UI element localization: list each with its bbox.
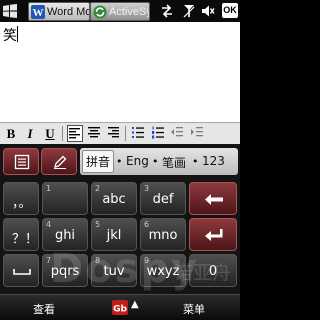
svg-text:Gb: Gb [113,305,127,315]
bold-button[interactable]: B [3,125,19,142]
key-5[interactable]: 5 jkl [91,218,137,251]
key-0[interactable]: 0 [189,254,237,287]
space-bar-icon [13,269,31,275]
space-key[interactable] [3,254,39,287]
key-label: 0 [208,264,218,279]
align-right-icon [108,127,119,138]
enter-arrow-icon [205,229,223,241]
pen-icon [54,155,67,169]
key-label: ，。 [12,196,32,211]
text-caret [17,26,18,42]
mode-separator: • [116,155,123,168]
key-1[interactable]: 1 [42,182,88,215]
input-panel-menu-arrow-icon[interactable]: ▲ [131,299,139,310]
mode-separator: • [192,155,199,168]
ok-button[interactable]: OK [222,3,238,18]
key-6[interactable]: 6 mno [140,218,186,251]
numbered-list-button[interactable] [150,125,166,142]
align-center-icon [88,127,100,138]
align-left-button[interactable] [67,125,83,142]
enter-key[interactable] [189,218,237,251]
increase-indent-icon [191,127,203,137]
key-label: tuv [103,264,125,279]
mode-stroke[interactable]: 笔画 [162,154,186,171]
left-softkey-view[interactable]: 查看 [33,301,55,317]
backspace-arrow-icon [205,194,223,205]
key-8[interactable]: 8 tuv [91,254,137,287]
tab-label: Word Mo [47,6,90,18]
numbered-list-icon [152,126,164,139]
windows-start-icon[interactable] [2,3,18,19]
align-center-button[interactable] [86,125,102,142]
mode-pinyin[interactable]: 拼音 [82,150,115,173]
input-panel-keyboard: 拼音 • Eng • 笔画 • 123 ，。 1 2 abc 3 def ？！ … [0,144,240,294]
key-3[interactable]: 3 def [140,182,186,215]
softkey-bar: 查看 Gb ▲ 菜单 [0,294,240,320]
keyboard-input-icon: Gb [113,305,127,315]
increase-indent-button[interactable] [189,125,205,142]
backspace-key[interactable] [189,182,237,215]
key-label: mno [148,228,178,243]
tab-word-mobile[interactable]: W Word Mo [28,2,90,21]
key-label: wxyz [146,264,180,279]
key-4[interactable]: 4 ghi [42,218,88,251]
document-text: 笑 [3,28,17,44]
signal-icon[interactable] [182,4,196,18]
key-label: ？！ [12,232,39,247]
right-softkey-menu[interactable]: 菜单 [183,301,205,317]
toolbar-divider [62,126,63,141]
italic-button[interactable]: I [22,125,38,142]
bullet-list-button[interactable] [130,125,146,142]
underline-button[interactable]: U [42,125,58,142]
tab-activesync[interactable]: ActiveSy [90,2,150,21]
decrease-indent-icon [171,127,183,137]
key-label: jkl [106,228,122,243]
mode-separator: • [152,155,159,168]
key-question-exclaim[interactable]: ？！ [3,218,39,251]
list-icon [14,154,30,170]
formatting-toolbar: B I U [0,122,240,144]
key-number: 1 [46,184,52,193]
input-panel-button[interactable]: Gb [112,300,128,315]
activesync-icon [93,5,107,19]
toolbar-divider [125,126,126,141]
sync-arrows-icon[interactable] [160,4,174,18]
key-9[interactable]: 9 wxyz [140,254,186,287]
document-area[interactable]: 笑 [0,22,240,122]
decrease-indent-button[interactable] [169,125,185,142]
word-icon: W [31,5,45,19]
key-label: def [152,192,174,207]
align-right-button[interactable] [105,125,121,142]
key-label: ghi [54,228,76,243]
handwriting-button[interactable] [41,148,77,175]
mode-english[interactable]: Eng [126,154,149,168]
candidate-list-button[interactable] [3,148,39,175]
bullet-list-icon [132,127,144,138]
key-label: abc [102,192,126,207]
svg-text:W: W [33,7,44,19]
volume-muted-icon[interactable] [201,4,215,18]
key-label: pqrs [50,264,80,279]
tab-label: ActiveSy [109,6,150,18]
align-left-icon [69,128,80,139]
key-7[interactable]: 7 pqrs [42,254,88,287]
key-2[interactable]: 2 abc [91,182,137,215]
mode-numeric[interactable]: 123 [202,154,225,168]
key-punctuation[interactable]: ，。 [3,182,39,215]
taskbar: W Word Mo ActiveSy OK [0,0,240,22]
input-mode-bar: 拼音 • Eng • 笔画 • 123 [80,148,238,175]
